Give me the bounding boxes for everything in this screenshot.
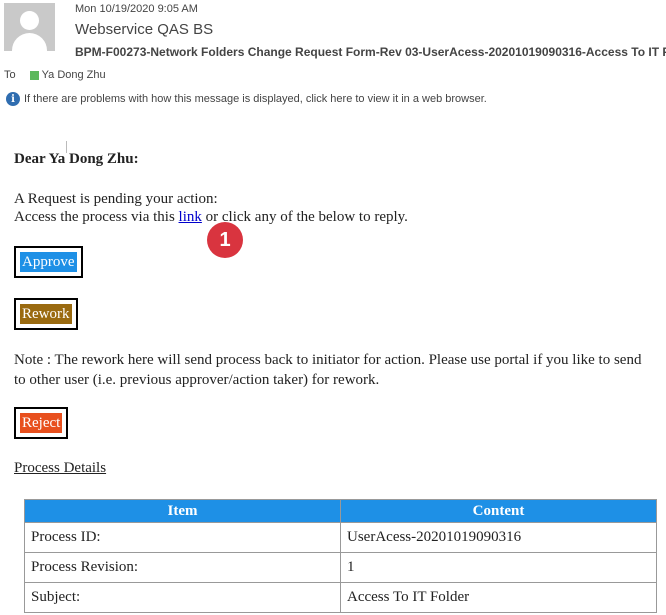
greeting: Dear Ya Dong Zhu: xyxy=(14,151,139,167)
access-text-after: or click any of the below to reply. xyxy=(201,209,408,225)
message-subject: BPM-F00273-Network Folders Change Reques… xyxy=(75,45,666,59)
to-label: To xyxy=(4,69,16,81)
table-row: Process ID: UserAcess-20201019090316 xyxy=(24,522,657,553)
rework-button[interactable]: Rework xyxy=(20,304,72,324)
column-header-content: Content xyxy=(340,499,657,523)
access-text-before: Access the process via this xyxy=(14,209,179,225)
table-cell-content: Access To IT Folder xyxy=(340,582,657,613)
table-cell-content: 1 xyxy=(340,552,657,583)
access-instruction: Access the process via this link or clic… xyxy=(14,209,408,226)
table-cell-item: Process ID: xyxy=(24,522,341,553)
table-row: Subject: Access To IT Folder xyxy=(24,582,657,613)
approve-button[interactable]: Approve xyxy=(20,252,77,272)
table-row: Process Revision: 1 xyxy=(24,552,657,583)
presence-status-icon xyxy=(29,70,39,80)
sender-name[interactable]: Webservice QAS BS xyxy=(75,21,213,38)
annotation-badge: 1 xyxy=(207,222,243,258)
approve-box: Approve xyxy=(14,246,83,278)
sender-avatar xyxy=(4,3,55,51)
reject-box: Reject xyxy=(14,407,69,439)
info-bar[interactable]: i If there are problems with how this me… xyxy=(6,92,487,106)
table-cell-content: UserAcess-20201019090316 xyxy=(340,522,657,553)
message-date: Mon 10/19/2020 9:05 AM xyxy=(75,3,198,15)
process-details-table: Item Content Process ID: UserAcess-20201… xyxy=(24,499,657,613)
info-text[interactable]: If there are problems with how this mess… xyxy=(24,93,487,105)
recipient-name[interactable]: Ya Dong Zhu xyxy=(42,69,106,81)
table-header-row: Item Content xyxy=(24,499,657,523)
process-details-title: Process Details xyxy=(14,460,107,476)
pending-action-text: A Request is pending your action: xyxy=(14,191,218,207)
column-header-item: Item xyxy=(24,499,341,523)
process-link[interactable]: link xyxy=(179,209,202,225)
rework-box: Rework xyxy=(14,298,78,330)
recipients-row: To Ya Dong Zhu xyxy=(4,69,106,81)
reject-button[interactable]: Reject xyxy=(20,413,63,433)
table-cell-item: Process Revision: xyxy=(24,552,341,583)
info-icon: i xyxy=(6,92,20,106)
rework-note: Note : The rework here will send process… xyxy=(14,352,642,388)
table-cell-item: Subject: xyxy=(24,582,341,613)
avatar-body-shape xyxy=(12,33,47,51)
avatar-head-shape xyxy=(20,11,39,30)
